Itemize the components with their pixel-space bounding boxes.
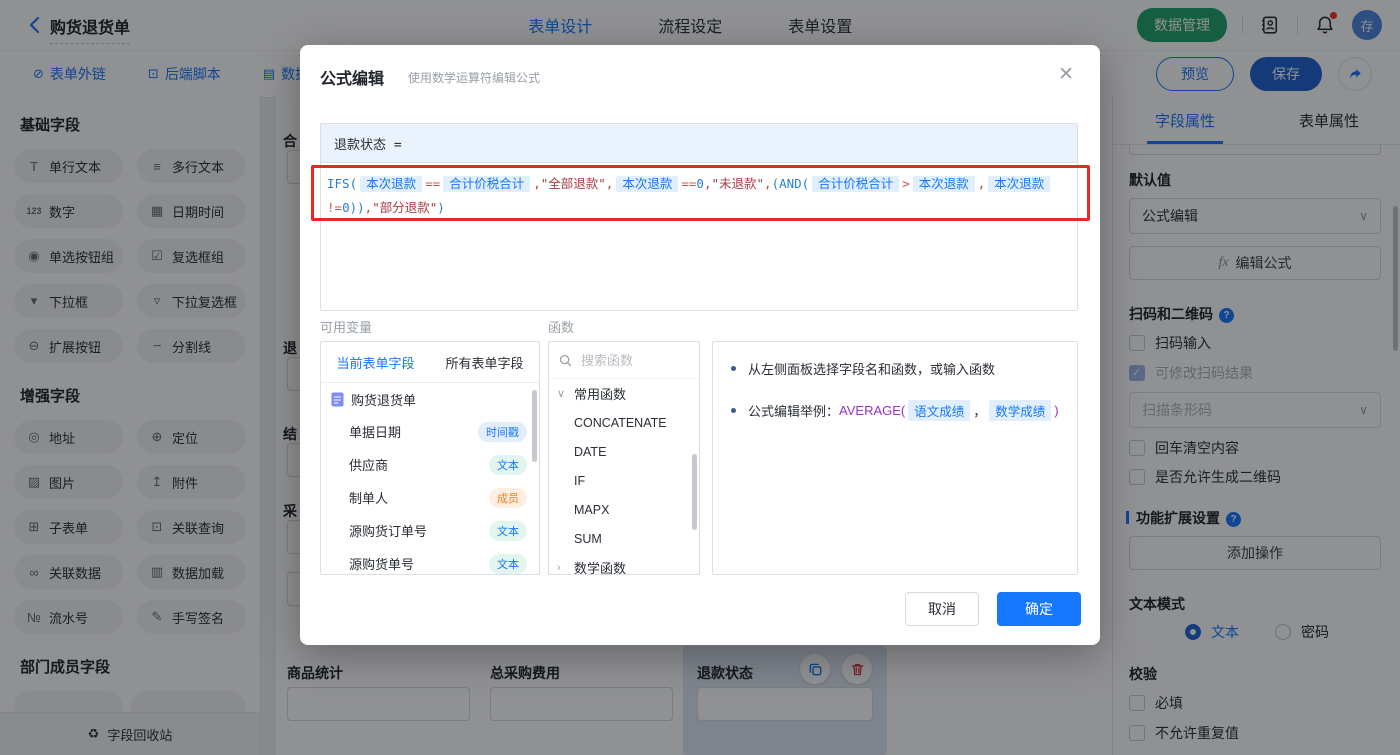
- function-group-name: 常用函数: [574, 387, 627, 402]
- formula-field-token[interactable]: 本次退款: [912, 176, 975, 192]
- variable-row[interactable]: 单据日期 时间戳: [321, 415, 539, 448]
- formula-token: )): [349, 200, 365, 215]
- function-search[interactable]: [549, 342, 699, 379]
- example-field-2: 数学成绩: [989, 400, 1052, 421]
- variable-row[interactable]: 制单人 成员: [321, 481, 539, 514]
- formula-token: AND(: [779, 176, 810, 191]
- formula-field-token[interactable]: 合计价税合计: [443, 176, 531, 192]
- formula-token: "部分退款": [372, 200, 438, 215]
- functions-panel: ∨常用函数CONCATENATEDATEIFMAPXSUM›数学函数›文本函数: [548, 341, 700, 575]
- variable-name: 源购货订单号: [349, 524, 428, 539]
- formula-target: 退款状态 =: [321, 124, 1077, 163]
- formula-token: 0: [696, 176, 704, 191]
- formula-field-token[interactable]: 合计价税合计: [812, 176, 900, 192]
- help-tip-2: 公式编辑举例： AVERAGE( 语文成绩 ， 数学成绩 ): [731, 400, 1059, 421]
- formula-expression[interactable]: IFS(本次退款 == 合计价税合计 ,"全部退款", 本次退款 ==0,"未退款",(A…: [327, 172, 1069, 219]
- formula-token: IFS(: [327, 176, 358, 191]
- function-item[interactable]: IF: [549, 466, 699, 495]
- variable-name: 供应商: [349, 458, 389, 473]
- app-root: 购货退货单 表单设计流程设定表单设置 数据管理 存 ⊘表单外链⊡后端脚本▤数据权…: [0, 0, 1400, 755]
- formula-token: 0: [342, 200, 350, 215]
- function-item[interactable]: DATE: [549, 437, 699, 466]
- formula-token: ==: [425, 176, 441, 191]
- bullet-icon: [731, 366, 736, 371]
- formula-token: !=: [327, 200, 343, 215]
- variable-row[interactable]: 源购货订单号 文本: [321, 514, 539, 547]
- formula-token: >: [902, 176, 910, 191]
- variable-row[interactable]: 供应商 文本: [321, 448, 539, 481]
- scrollbar-thumb[interactable]: [692, 454, 697, 530]
- bullet-icon: [731, 408, 736, 413]
- function-item[interactable]: CONCATENATE: [549, 408, 699, 437]
- functions-label: 函数: [548, 320, 575, 335]
- document-icon: [331, 392, 344, 406]
- variables-tabs: 当前表单字段 所有表单字段: [321, 342, 539, 383]
- function-group-collapsed[interactable]: › 数学函数: [549, 553, 699, 575]
- function-group-expanded[interactable]: ∨ 常用函数: [549, 379, 699, 408]
- variable-name: 制单人: [349, 491, 389, 506]
- search-icon: [559, 354, 572, 366]
- formula-editor-modal: 公式编辑 使用数学运算符编辑公式 ✕ 退款状态 = IFS(本次退款 == 合计价税…: [300, 45, 1100, 645]
- variable-type-badge: 成员: [489, 487, 527, 508]
- tab-all-form-fields[interactable]: 所有表单字段: [430, 342, 539, 382]
- formula-token: ,: [605, 176, 614, 191]
- example-field-1: 语文成绩: [908, 400, 971, 421]
- formula-token: (: [771, 176, 780, 191]
- variable-name: 源购货单号: [349, 557, 415, 572]
- formula-token: ,: [533, 176, 541, 191]
- variable-type-badge: 文本: [489, 520, 527, 541]
- variable-type-badge: 文本: [489, 454, 527, 475]
- help-tip-1: 从左侧面板选择字段名和函数，或输入函数: [731, 359, 1059, 378]
- modal-subtitle: 使用数学运算符编辑公式: [408, 71, 541, 85]
- variables-panel: 当前表单字段 所有表单字段 购货退货单 单据日期 时间戳 供应商 文本 制单人 成员 源购货…: [320, 341, 540, 575]
- formula-token: ==: [681, 176, 697, 191]
- cancel-button[interactable]: 取消: [905, 592, 979, 626]
- variable-type-badge: 时间戳: [478, 421, 527, 442]
- function-item[interactable]: SUM: [549, 524, 699, 553]
- tab-current-form-fields[interactable]: 当前表单字段: [321, 342, 430, 382]
- formula-field-token[interactable]: 本次退款: [988, 176, 1051, 192]
- help-panel: 从左侧面板选择字段名和函数，或输入函数 公式编辑举例： AVERAGE( 语文成…: [712, 341, 1078, 575]
- scrollbar-thumb[interactable]: [532, 390, 537, 462]
- chevron-down-icon: ∨: [557, 388, 566, 400]
- formula-field-token[interactable]: 本次退款: [360, 176, 423, 192]
- confirm-button[interactable]: 确定: [997, 592, 1081, 626]
- formula-token: "未退款": [711, 176, 765, 191]
- close-icon[interactable]: ✕: [1058, 65, 1074, 84]
- function-search-input[interactable]: [579, 351, 683, 369]
- variable-name: 单据日期: [349, 425, 402, 440]
- variable-type-badge: 文本: [489, 553, 527, 574]
- variables-root-node[interactable]: 购货退货单: [321, 383, 539, 415]
- function-group-name: 数学函数: [574, 561, 627, 575]
- formula-field-token[interactable]: 本次退款: [616, 176, 679, 192]
- formula-token: ,: [764, 176, 772, 191]
- formula-token: ): [437, 200, 445, 215]
- chevron-right-icon: ›: [557, 561, 561, 574]
- modal-title: 公式编辑: [320, 71, 385, 88]
- function-item[interactable]: MAPX: [549, 495, 699, 524]
- formula-token: "全部退款": [540, 176, 606, 191]
- variables-label: 可用变量: [320, 320, 373, 335]
- variable-row[interactable]: 源购货单号 文本: [321, 547, 539, 574]
- formula-token: ,: [977, 176, 986, 191]
